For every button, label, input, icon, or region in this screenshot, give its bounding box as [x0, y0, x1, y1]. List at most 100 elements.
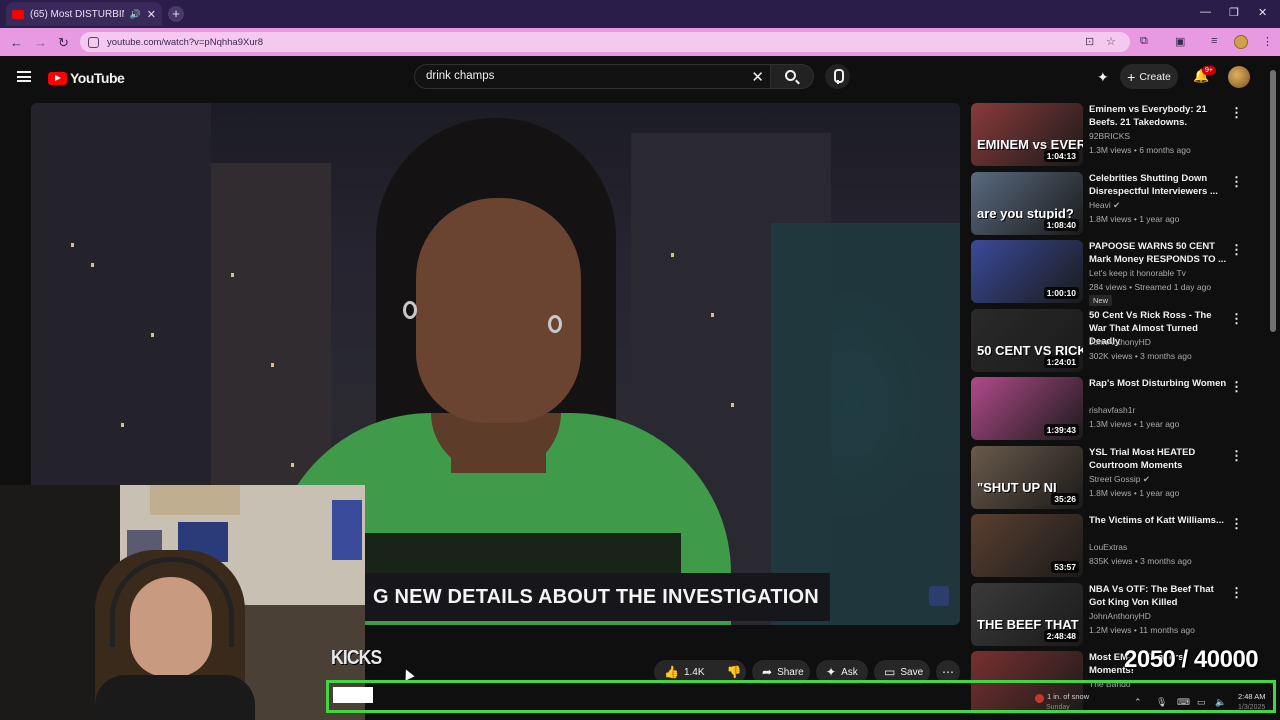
browser-toolbar: ← → ↻ youtube.com/watch?v=pNqhha9Xur8 ⊡ …: [0, 28, 1280, 56]
video-title[interactable]: The Victims of Katt Williams...: [1089, 514, 1229, 527]
ticker-text: G NEW DETAILS ABOUT THE INVESTIGATION: [373, 585, 819, 608]
weather-icon[interactable]: [1035, 694, 1044, 703]
forward-icon[interactable]: →: [34, 35, 47, 50]
recommended-video[interactable]: 1:00:10 PAPOOSE WARNS 50 CENT Mark Money …: [971, 240, 1251, 306]
recommended-video[interactable]: EMINEM vs EVERYBODY1:04:13Eminem vs Ever…: [971, 103, 1251, 167]
more-options-icon[interactable]: ⋮: [1230, 379, 1243, 395]
minimize-icon[interactable]: —: [1200, 6, 1211, 18]
video-meta: 1.8M views • 1 year ago: [1089, 213, 1180, 224]
video-title[interactable]: PAPOOSE WARNS 50 CENT Mark Money RESPOND…: [1089, 240, 1229, 266]
video-thumbnail[interactable]: 1:00:10: [971, 240, 1083, 303]
menu-icon[interactable]: [17, 71, 31, 82]
search-button[interactable]: [771, 64, 814, 89]
more-options-icon[interactable]: ⋮: [1230, 585, 1243, 601]
video-title[interactable]: Rap's Most Disturbing Women: [1089, 377, 1229, 390]
recommended-video[interactable]: 50 CENT VS RICK 1:24:01 50 Cent Vs Rick Ro…: [971, 308, 1251, 373]
channel-name[interactable]: Let's keep it honorable Tv: [1089, 268, 1186, 278]
save-label: Save: [900, 666, 924, 678]
more-options-icon[interactable]: ⋮: [1230, 516, 1243, 532]
keyboard-icon[interactable]: ⌨: [1177, 697, 1190, 708]
news-ticker: G NEW DETAILS ABOUT THE INVESTIGATION: [365, 573, 830, 621]
ask-label: Ask: [841, 666, 858, 678]
video-title[interactable]: YSL Trial Most HEATED Courtroom Moments: [1089, 446, 1229, 472]
volume-icon[interactable]: 🔈: [1215, 697, 1226, 708]
page-scrollbar[interactable]: [1270, 70, 1276, 332]
cast-icon[interactable]: ✦: [1097, 69, 1109, 86]
microphone-icon[interactable]: 🎙: [1156, 697, 1167, 708]
thumbs-up-icon[interactable]: 👍: [664, 665, 679, 679]
video-title[interactable]: NBA Vs OTF: The Beef That Got King Von K…: [1089, 583, 1229, 609]
progress-fill: [333, 687, 373, 703]
account-avatar[interactable]: [1228, 66, 1250, 88]
extensions-icon[interactable]: ⧉: [1140, 35, 1148, 48]
thumbs-down-icon[interactable]: 👎: [727, 665, 742, 679]
video-duration: 1:04:13: [1043, 150, 1079, 162]
more-options-icon[interactable]: ⋮: [1230, 311, 1243, 327]
city-building: [771, 223, 960, 625]
video-thumbnail[interactable]: THE BEEF THAT 2:48:48: [971, 582, 1083, 646]
create-button[interactable]: + Create: [1120, 64, 1178, 89]
recommended-video[interactable]: THE BEEF THAT 2:48:48 NBA Vs OTF: The Beef…: [971, 582, 1251, 647]
youtube-logo[interactable]: YouTube: [48, 70, 125, 86]
channel-name[interactable]: 92BRICKS: [1089, 131, 1130, 141]
weather-day: Sunday: [1046, 704, 1070, 711]
tray-chevron-icon[interactable]: ⌃: [1134, 697, 1142, 708]
kicks-label: KICKS: [331, 647, 382, 669]
subscriber-counter: 2050 / 40000: [1124, 646, 1259, 673]
channel-name[interactable]: rishavfash1r: [1089, 405, 1135, 415]
mouse-cursor-icon: [401, 667, 415, 681]
more-options-icon[interactable]: ⋮: [1230, 174, 1243, 190]
video-title[interactable]: Eminem vs Everybody: 21 Beefs. 21 Takedo…: [1089, 103, 1229, 129]
restore-icon[interactable]: ❐: [1229, 6, 1239, 19]
earring: [548, 315, 562, 333]
window-close-icon[interactable]: ✕: [1258, 6, 1267, 19]
close-tab-icon[interactable]: ✕: [147, 8, 156, 21]
channel-name[interactable]: JohnAnthonyHD: [1089, 337, 1151, 347]
split-view-icon[interactable]: ▣: [1175, 35, 1185, 48]
video-thumbnail[interactable]: 53:57: [971, 514, 1083, 577]
channel-name[interactable]: LouExtras: [1089, 542, 1127, 552]
youtube-play-icon: [48, 71, 67, 85]
taskbar-time[interactable]: 2:48 AM: [1238, 692, 1266, 701]
search-input[interactable]: drink champs ✕: [414, 64, 771, 89]
back-icon[interactable]: ←: [10, 35, 23, 50]
browser-menu-icon[interactable]: ⋮: [1262, 35, 1273, 48]
notification-badge: 9+: [1202, 66, 1216, 75]
more-options-icon[interactable]: ⋮: [1230, 242, 1243, 258]
recommended-video[interactable]: 53:57 The Victims of Katt Williams... LouE…: [971, 514, 1251, 578]
video-thumbnail[interactable]: 1:39:43: [971, 377, 1083, 440]
streamer-webcam: [0, 485, 365, 720]
voice-search-button[interactable]: [825, 64, 850, 89]
more-options-icon[interactable]: ⋮: [1230, 448, 1243, 464]
install-app-icon[interactable]: ⊡: [1085, 35, 1094, 48]
weather-text[interactable]: 1 in. of snow: [1047, 692, 1089, 701]
browser-tab-strip: (65) Most DISTURBING Ra... 🔊 ✕ + — ❐ ✕: [0, 0, 1280, 28]
like-count[interactable]: 1.4K: [684, 667, 705, 678]
browser-tab[interactable]: (65) Most DISTURBING Ra... 🔊 ✕: [6, 2, 162, 26]
clear-search-icon[interactable]: ✕: [751, 68, 764, 86]
create-label: Create: [1139, 70, 1171, 83]
video-thumbnail[interactable]: "SHUT UP NI 35:26: [971, 445, 1083, 509]
share-icon: ➦: [762, 665, 773, 679]
video-thumbnail[interactable]: 50 CENT VS RICK 1:24:01: [971, 308, 1083, 372]
reading-list-icon[interactable]: ≡: [1211, 35, 1217, 47]
video-thumbnail[interactable]: EMINEM vs EVERYBODY1:04:13: [971, 103, 1083, 166]
recommended-video[interactable]: 1:39:43 Rap's Most Disturbing Women rishav…: [971, 377, 1251, 441]
recommended-video[interactable]: "SHUT UP NI 35:26 YSL Trial Most HEATED Co…: [971, 445, 1251, 510]
reload-icon[interactable]: ↻: [58, 35, 69, 51]
new-tab-button[interactable]: +: [168, 6, 184, 22]
video-meta: 302K views • 3 months ago: [1089, 350, 1192, 361]
network-icon[interactable]: ▭: [1197, 697, 1206, 708]
channel-name[interactable]: Heavi ✔: [1089, 200, 1120, 211]
bookmark-star-icon[interactable]: ☆: [1106, 35, 1116, 48]
site-info-icon[interactable]: [88, 36, 99, 48]
channel-name[interactable]: Street Gossip ✔: [1089, 474, 1150, 485]
channel-name[interactable]: JohnAnthonyHD: [1089, 611, 1151, 621]
address-bar[interactable]: youtube.com/watch?v=pNqhha9Xur8 ⊡ ☆: [80, 32, 1130, 52]
recommended-video[interactable]: are you stupid? 1:08:40 Celebrities Shutti…: [971, 171, 1251, 236]
video-thumbnail[interactable]: are you stupid? 1:08:40: [971, 171, 1083, 235]
browser-profile-avatar[interactable]: [1234, 35, 1248, 49]
video-title[interactable]: Celebrities Shutting Down Disrespectful …: [1089, 172, 1229, 198]
speaker-icon[interactable]: 🔊: [130, 9, 141, 20]
more-options-icon[interactable]: ⋮: [1230, 105, 1243, 121]
